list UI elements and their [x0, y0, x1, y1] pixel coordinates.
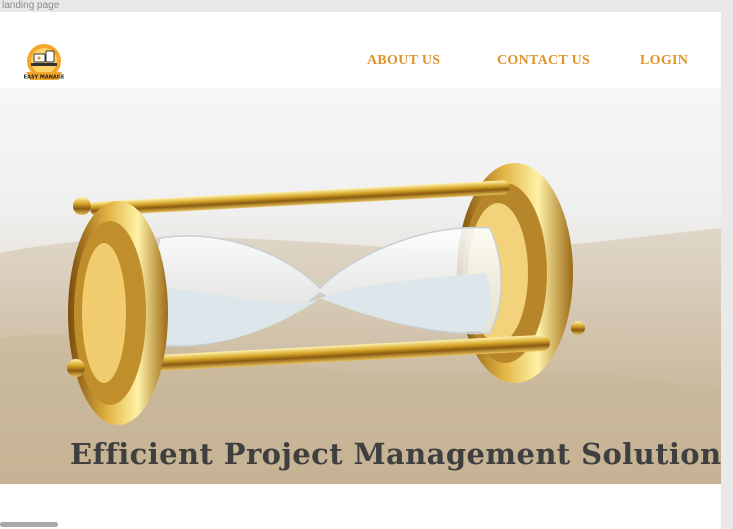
hero-section: Efficient Project Management Solution [0, 88, 721, 484]
logo-text: EASY MANAGE [24, 75, 65, 81]
brand-logo[interactable]: EASY MANAGE [14, 40, 74, 86]
hourglass-image [0, 163, 721, 484]
hero-title: Efficient Project Management Solution [70, 437, 721, 471]
nav-contact-us[interactable]: CONTACT US [497, 53, 590, 69]
navbar: EASY MANAGE ABOUT US CONTACT US LOGIN [0, 12, 721, 88]
logo-icon: EASY MANAGE [24, 44, 65, 81]
window-title: landing page [2, 0, 60, 11]
horizontal-scrollbar[interactable] [0, 522, 58, 527]
nav-login[interactable]: LOGIN [640, 53, 688, 69]
landing-page: EASY MANAGE ABOUT US CONTACT US LOGIN Ef… [0, 12, 721, 529]
vertical-scroll-gutter [721, 12, 733, 529]
content-area [0, 484, 721, 529]
nav-about-us[interactable]: ABOUT US [367, 53, 440, 69]
